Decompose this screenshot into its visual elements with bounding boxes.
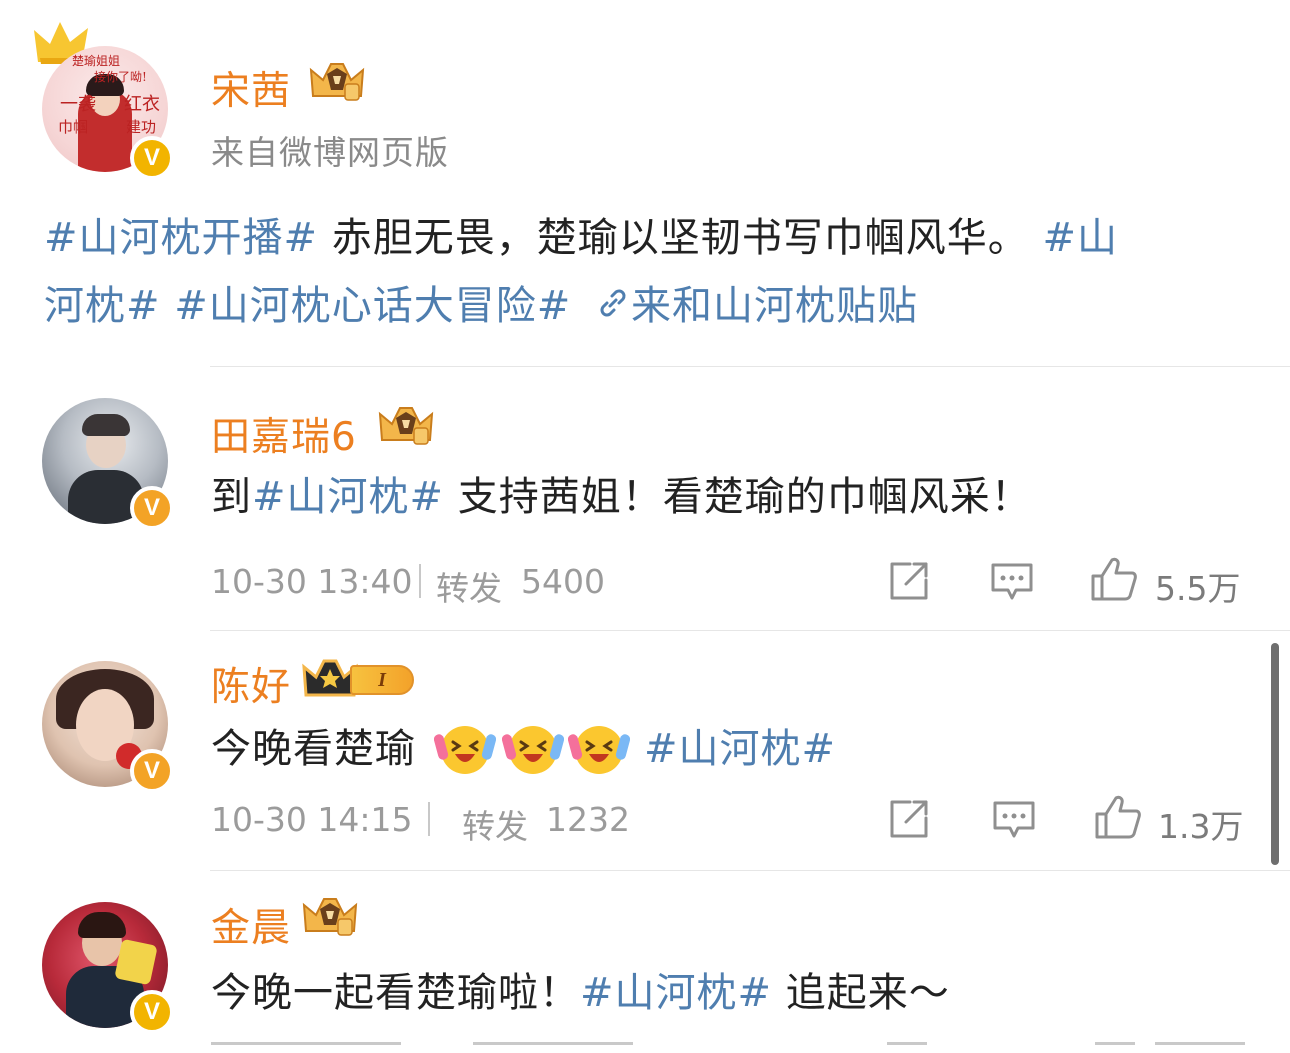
- repost-icon[interactable]: [888, 560, 930, 602]
- hashtag-link[interactable]: 河枕#: [44, 283, 161, 329]
- hashtag-link[interactable]: #山河枕#: [644, 726, 836, 772]
- post-author-name[interactable]: 宋茜: [211, 60, 291, 116]
- comment-text-part: 支持茜姐！看楚瑜的巾帼风采！: [444, 474, 1032, 520]
- avatar-text: 建功: [126, 118, 157, 136]
- hashtag-link[interactable]: #山河枕#: [252, 474, 444, 520]
- avatar-text: 楚瑜姐姐: [72, 54, 121, 68]
- post-author-avatar[interactable]: 楚瑜姐姐 接你了呦! 一袭 红衣 巾帼 建功 V: [42, 46, 174, 180]
- repost-count: 5400: [521, 562, 605, 601]
- like-icon[interactable]: [1094, 794, 1142, 840]
- comment-author-avatar[interactable]: V: [42, 398, 174, 530]
- avatar-text: 一袭: [60, 94, 96, 115]
- post-text: 赤胆无畏，楚瑜以坚韧书写巾帼风华。: [318, 215, 1029, 261]
- comment-text-part: 追起来～: [772, 970, 950, 1016]
- comment-text-part: 今晚一起看楚瑜啦！: [211, 970, 580, 1016]
- crown-icon: [378, 407, 434, 445]
- comment-author-name[interactable]: 金晨: [211, 897, 291, 953]
- verified-badge-icon: V: [130, 749, 174, 793]
- avatar-text: 红衣: [124, 94, 160, 115]
- post-text-line1: #山河枕开播# 赤胆无畏，楚瑜以坚韧书写巾帼风华。 #山: [44, 205, 1118, 271]
- level-text: I: [378, 668, 386, 691]
- level-badge: I: [302, 657, 420, 701]
- comment-author-avatar[interactable]: V: [42, 902, 174, 1034]
- web-link[interactable]: 来和山河枕贴贴: [631, 283, 918, 329]
- comment-text: 今晚一起看楚瑜啦！#山河枕# 追起来～: [211, 960, 950, 1026]
- comment-author-avatar[interactable]: V: [42, 661, 174, 793]
- comment-text-part: 今晚看楚瑜: [211, 726, 416, 772]
- comment-icon[interactable]: [992, 800, 1036, 840]
- divider: [210, 630, 1290, 631]
- avatar-text: 巾帼: [58, 118, 89, 136]
- comment-text-part: 到: [211, 474, 252, 520]
- verified-badge-icon: V: [130, 990, 174, 1034]
- emoji-icon: [502, 726, 564, 774]
- scrollbar[interactable]: [1271, 643, 1279, 865]
- repost-label: 转发: [462, 807, 528, 846]
- repost-label: 转发: [436, 569, 502, 608]
- crown-icon: [309, 63, 365, 101]
- meta-separator: [428, 802, 430, 836]
- hashtag-link[interactable]: #山: [1042, 215, 1118, 261]
- crown-icon: [302, 898, 358, 936]
- meta-separator: [419, 564, 421, 598]
- divider: [210, 366, 1290, 367]
- clipped-meta-row: [211, 1042, 1251, 1053]
- repost-icon[interactable]: [888, 798, 930, 840]
- avatar-text: 接你了呦!: [94, 70, 147, 84]
- post-text-line2: 河枕# #山河枕心话大冒险# 来和山河枕贴贴: [44, 273, 918, 339]
- like-count: 1.3万: [1158, 807, 1244, 846]
- comment-time: 10-30 14:15: [211, 800, 413, 839]
- like-count: 5.5万: [1155, 569, 1241, 608]
- comment-time: 10-30 13:40: [211, 562, 413, 601]
- repost-count: 1232: [546, 800, 630, 839]
- hashtag-link[interactable]: #山河枕开播#: [44, 215, 318, 261]
- divider: [210, 870, 1290, 871]
- comment-author-name[interactable]: 陈好: [211, 656, 291, 712]
- hashtag-link[interactable]: #山河枕#: [580, 970, 772, 1016]
- link-icon: [595, 275, 631, 317]
- verified-badge-icon: V: [130, 486, 174, 530]
- hashtag-link[interactable]: #山河枕心话大冒险#: [161, 283, 572, 329]
- emoji-icon: [434, 726, 496, 774]
- comment-text: 今晚看楚瑜: [211, 716, 416, 782]
- emoji-icon: [568, 726, 630, 774]
- like-icon[interactable]: [1090, 556, 1138, 602]
- comment-author-name[interactable]: 田嘉瑞6: [211, 406, 357, 462]
- post-source: 来自微博网页版: [211, 133, 449, 172]
- comment-text: 到#山河枕# 支持茜姐！看楚瑜的巾帼风采！: [211, 464, 1032, 530]
- verified-badge-icon: V: [130, 136, 174, 180]
- comment-hashtag: #山河枕#: [644, 716, 836, 782]
- comment-icon[interactable]: [990, 562, 1034, 602]
